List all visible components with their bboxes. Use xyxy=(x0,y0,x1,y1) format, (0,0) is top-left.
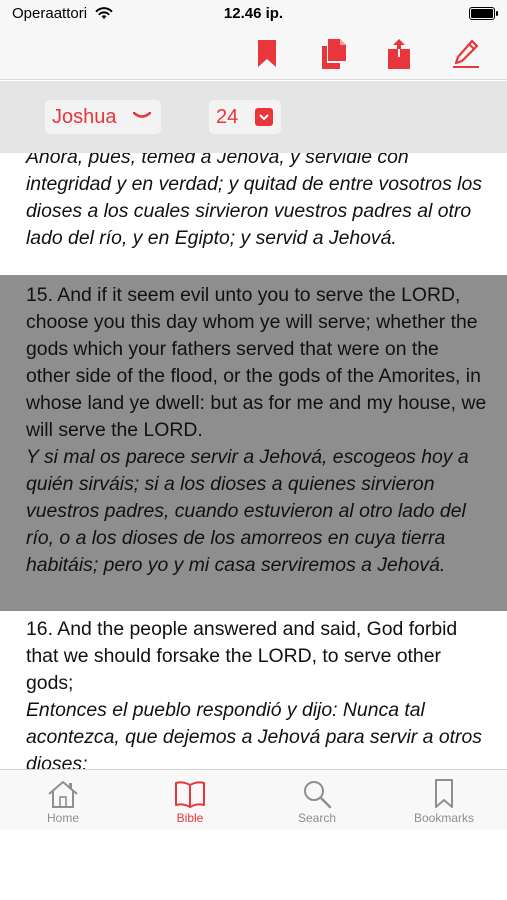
search-icon xyxy=(304,781,332,809)
toolbar xyxy=(0,28,507,80)
verse-text-en: 16. And the people answered and said, Go… xyxy=(26,618,458,694)
tab-bookmarks[interactable]: Bookmarks xyxy=(381,770,507,830)
dropdown-icon xyxy=(255,108,273,126)
verse-text-es: Ahora, pues, temed a Jehová, y servidle … xyxy=(26,153,482,249)
edit-button[interactable] xyxy=(448,36,484,72)
battery-fill xyxy=(471,9,493,18)
chapter-number: 24 xyxy=(216,105,239,128)
verse-text-en: 15. And if it seem evil unto you to serv… xyxy=(26,284,487,441)
copy-icon xyxy=(322,39,346,69)
chapter-selector[interactable]: 24 xyxy=(209,100,281,134)
verse-14[interactable]: Ahora, pues, temed a Jehová, y servidle … xyxy=(0,153,507,252)
bookmark-button[interactable] xyxy=(249,36,285,72)
verse-15-selected[interactable]: 15. And if it seem evil unto you to serv… xyxy=(0,275,507,611)
chevron-down-icon xyxy=(133,112,151,118)
tab-label: Search xyxy=(297,811,337,825)
verse-text-es: Entonces el pueblo respondió y dijo: Nun… xyxy=(26,699,482,769)
share-button[interactable] xyxy=(381,36,417,72)
share-icon xyxy=(388,39,410,69)
book-name: Joshua xyxy=(52,105,117,128)
tab-label: Bookmarks xyxy=(413,811,475,825)
tab-search[interactable]: Search xyxy=(254,770,380,830)
edit-icon xyxy=(453,39,479,68)
carrier-label: Operaattori xyxy=(12,5,88,22)
selector-bar: Joshua 24 xyxy=(0,81,507,153)
tab-home[interactable]: Home xyxy=(0,770,126,830)
verse-16[interactable]: 16. And the people answered and said, Go… xyxy=(0,616,507,769)
book-selector[interactable]: Joshua xyxy=(45,100,161,134)
wifi-icon xyxy=(95,7,113,19)
tab-label: Bible xyxy=(176,811,204,825)
verse-text-es: Y si mal os parece servir a Jehová, esco… xyxy=(26,446,469,576)
verse-content[interactable]: Ahora, pues, temed a Jehová, y servidle … xyxy=(0,153,507,769)
book-icon xyxy=(175,781,205,808)
bookmark-icon xyxy=(258,40,276,67)
home-icon xyxy=(48,781,78,808)
tab-label: Home xyxy=(46,811,79,825)
tab-bible[interactable]: Bible xyxy=(127,770,253,830)
copy-button[interactable] xyxy=(315,36,351,72)
bookmark-icon xyxy=(435,779,453,808)
status-bar: Operaattori 12.46 ip. xyxy=(0,0,507,28)
tab-bar: Home Bible Search Bookmarks xyxy=(0,769,507,829)
battery-icon xyxy=(469,7,498,20)
